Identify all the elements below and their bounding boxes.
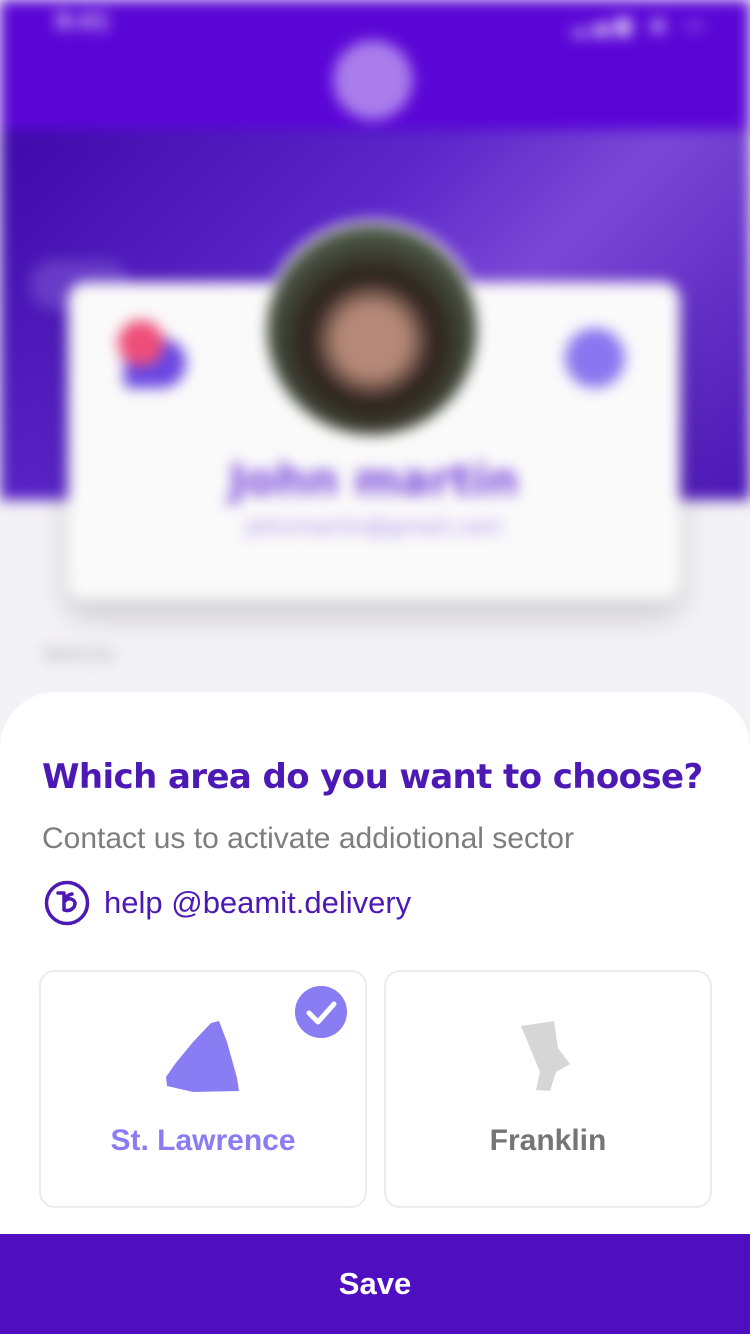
field-label: Vehicle	[42, 642, 114, 666]
profile-email: johnmartin@gmail.com	[245, 515, 503, 540]
help-contact-row[interactable]: help @beamit.delivery	[44, 880, 411, 926]
area-label: St. Lawrence	[110, 1124, 296, 1157]
edit-profile-button[interactable]	[565, 328, 625, 388]
status-time: 9:41	[55, 10, 110, 35]
area-polygon-icon	[521, 1021, 570, 1091]
profile-name: John martin	[229, 455, 519, 506]
area-polygon-icon	[166, 1021, 239, 1092]
sheet-title: Which area do you want to choose?	[42, 757, 703, 797]
area-label: Franklin	[489, 1124, 607, 1157]
sheet-subtitle: Contact us to activate addiotional secto…	[42, 822, 574, 855]
check-icon	[295, 986, 347, 1038]
save-button[interactable]: Save	[0, 1234, 750, 1334]
help-email-link[interactable]: help @beamit.delivery	[104, 885, 411, 921]
area-option-franklin[interactable]: Franklin	[384, 970, 712, 1208]
beamit-logo-icon	[44, 880, 90, 926]
notification-badge-icon	[118, 320, 164, 366]
area-option-st-lawrence[interactable]: St. Lawrence	[39, 970, 367, 1208]
status-icons: ▂▄▆ ◉ ▭	[572, 12, 710, 36]
app-logo-icon	[333, 40, 413, 120]
avatar	[262, 220, 482, 440]
